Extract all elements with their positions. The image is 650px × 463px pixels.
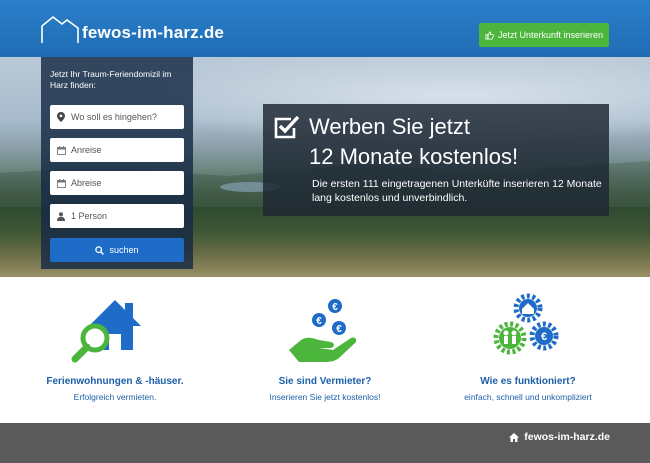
promo-title-line1: Werben Sie jetzt — [309, 114, 471, 139]
map-marker-icon — [56, 112, 66, 122]
house-search-icon — [71, 300, 141, 363]
header: fewos-im-harz.de Jetzt Unterkunft inseri… — [0, 0, 650, 57]
search-button-label: suchen — [109, 245, 139, 255]
svg-text:€: € — [332, 302, 338, 313]
feature-title: Sie sind Vermieter? — [278, 376, 372, 387]
feature-holiday-homes[interactable]: Ferienwohnungen & -häuser. Erfolgreich v… — [15, 284, 215, 402]
svg-text:€: € — [541, 331, 547, 343]
feature-subtitle: Erfolgreich vermieten. — [73, 392, 157, 402]
arrival-input[interactable]: Anreise — [50, 138, 184, 162]
add-listing-label: Jetzt Unterkunft inserieren — [497, 30, 604, 40]
arrival-placeholder: Anreise — [71, 145, 102, 155]
thumbs-up-icon — [485, 30, 494, 40]
feature-title: Ferienwohnungen & -häuser. — [46, 376, 184, 387]
feature-how-it-works[interactable]: € Wie es funktioniert? einfach, schnell … — [428, 284, 628, 402]
house-outline-icon — [41, 15, 79, 43]
footer-brand-text: fewos-im-harz.de — [524, 431, 610, 443]
person-icon — [56, 211, 66, 221]
gears-icon: € — [493, 293, 559, 355]
svg-text:€: € — [316, 316, 322, 327]
footer-brand-link[interactable]: fewos-im-harz.de — [509, 431, 610, 443]
promo-title-line2: 12 Monate kostenlos! — [309, 144, 519, 169]
search-button[interactable]: suchen — [50, 238, 184, 262]
destination-placeholder: Wo soll es hingehen? — [71, 112, 157, 122]
add-listing-button[interactable]: Jetzt Unterkunft inserieren — [479, 23, 609, 47]
departure-placeholder: Abreise — [71, 178, 102, 188]
guests-select[interactable]: 1 Person — [50, 204, 184, 228]
feature-subtitle: Inserieren Sie jetzt kostenlos! — [269, 392, 381, 402]
promo-box: Werben Sie jetzt 12 Monate kostenlos! Di… — [263, 104, 609, 216]
feature-subtitle: einfach, schnell und unkompliziert — [464, 392, 592, 402]
search-panel: Jetzt Ihr Traum-Feriendomizil im Harz fi… — [41, 57, 193, 269]
guests-value: 1 Person — [71, 211, 108, 221]
checkbox-checked-icon — [274, 115, 300, 139]
destination-input[interactable]: Wo soll es hingehen? — [50, 105, 184, 129]
search-intro: Jetzt Ihr Traum-Feriendomizil im Harz fi… — [50, 69, 172, 90]
calendar-icon — [56, 178, 66, 188]
feature-title: Wie es funktioniert? — [480, 376, 576, 387]
promo-description: Die ersten 111 eingetragenen Unterküfte … — [312, 178, 602, 204]
feature-landlord[interactable]: € € € Sie sind Vermieter? Inserieren Sie… — [225, 284, 425, 402]
home-icon — [509, 432, 520, 442]
footer: fewos-im-harz.de — [0, 423, 650, 463]
logo-text: fewos-im-harz.de — [82, 23, 225, 42]
hand-euro-coins-icon: € € € — [289, 299, 357, 362]
departure-input[interactable]: Abreise — [50, 171, 184, 195]
calendar-icon — [56, 145, 66, 155]
svg-text:€: € — [336, 324, 342, 335]
search-icon — [95, 245, 105, 255]
logo[interactable]: fewos-im-harz.de — [40, 14, 224, 44]
